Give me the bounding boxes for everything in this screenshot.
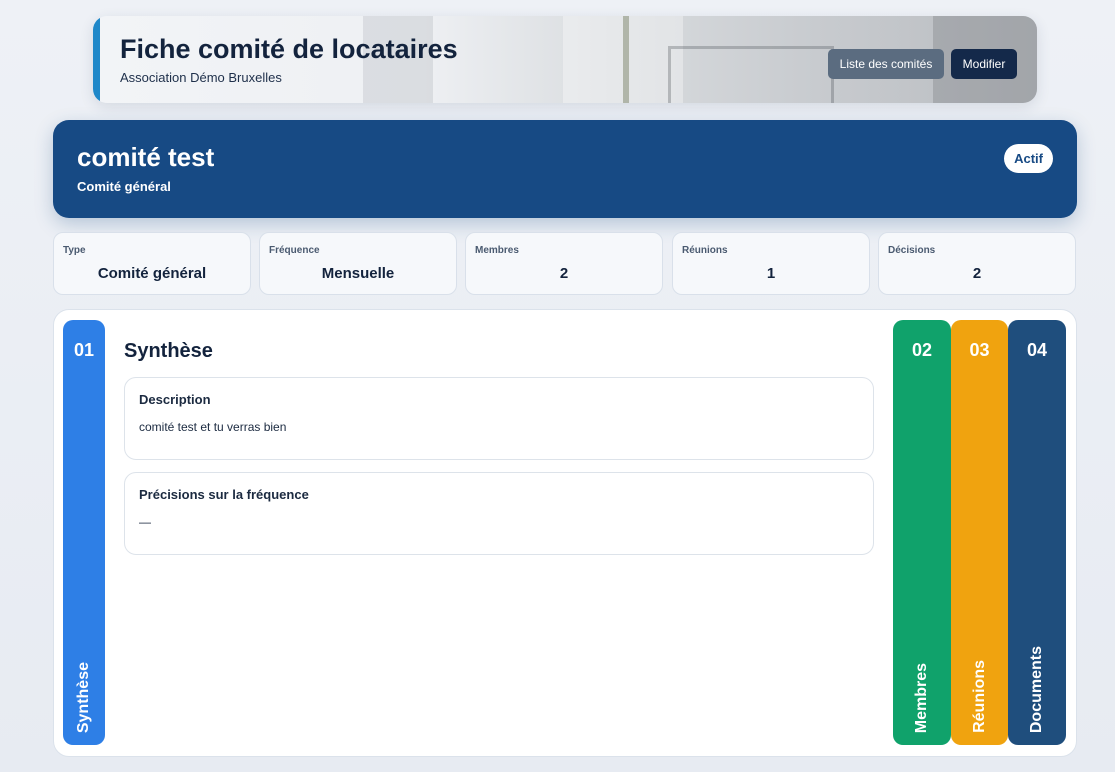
edit-button[interactable]: Modifier: [951, 49, 1017, 79]
tab-label: Documents: [1028, 645, 1045, 733]
tab-synthese[interactable]: 01 Synthèse: [63, 320, 105, 745]
tab-reunions[interactable]: 03 Réunions: [951, 320, 1008, 745]
stat-card-members: Membres 2: [465, 232, 663, 295]
tab-number: 04: [1026, 340, 1048, 360]
stat-label: Type: [63, 245, 86, 256]
detail-panel: 01 Synthèse Synthèse Description comité …: [53, 309, 1077, 757]
tab-label: Réunions: [970, 660, 988, 733]
stat-label: Décisions: [888, 245, 936, 256]
stat-value: Mensuelle: [321, 265, 395, 282]
tab-number: 03: [969, 340, 990, 360]
status-badge: Actif: [1004, 144, 1053, 173]
stat-card-decisions: Décisions 2: [878, 232, 1076, 295]
frequency-details-card: Précisions sur la fréquence —: [124, 472, 874, 555]
tab-label: Membres: [913, 662, 930, 733]
section-title: Synthèse: [124, 340, 213, 362]
tab-number: 01: [73, 340, 95, 360]
stat-label: Fréquence: [269, 245, 320, 256]
description-card: Description comité test et tu verras bie…: [124, 377, 874, 460]
header-background-image: [668, 46, 834, 103]
stat-label: Réunions: [682, 245, 728, 256]
committee-banner: comité test Comité général Actif: [53, 120, 1077, 218]
tab-membres[interactable]: 02 Membres: [893, 320, 951, 745]
tab-documents[interactable]: 04 Documents: [1008, 320, 1066, 745]
header-accent-bar: [93, 16, 100, 103]
description-value: comité test et tu verras bien: [139, 420, 287, 434]
stat-card-frequency: Fréquence Mensuelle: [259, 232, 457, 295]
page-header: Fiche comité de locataires Association D…: [93, 16, 1037, 103]
tab-number: 02: [911, 340, 933, 360]
committee-type: Comité général: [77, 179, 171, 194]
header-background-image: [623, 16, 629, 103]
association-name: Association Démo Bruxelles: [120, 70, 282, 85]
tab-label: Synthèse: [75, 661, 92, 733]
stat-value: Comité général: [97, 265, 207, 282]
stat-card-type: Type Comité général: [53, 232, 251, 295]
description-label: Description: [139, 392, 211, 407]
committee-name: comité test: [77, 142, 215, 172]
page-title: Fiche comité de locataires: [120, 34, 458, 64]
frequency-details-label: Précisions sur la fréquence: [139, 487, 309, 502]
committee-list-button[interactable]: Liste des comités: [828, 49, 944, 79]
stat-value: 2: [972, 265, 982, 282]
stats-row: Type Comité général Fréquence Mensuelle …: [53, 232, 1077, 295]
stat-value: 1: [766, 265, 776, 282]
stat-label: Membres: [475, 245, 519, 256]
stat-value: 2: [559, 265, 569, 282]
stat-card-meetings: Réunions 1: [672, 232, 870, 295]
frequency-details-value: —: [139, 515, 151, 529]
